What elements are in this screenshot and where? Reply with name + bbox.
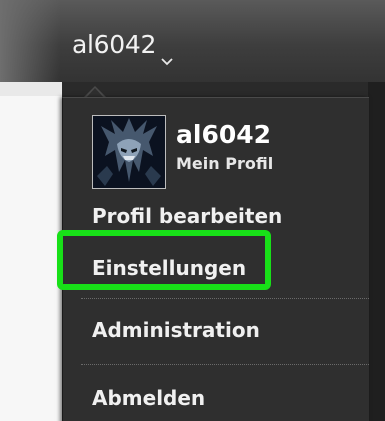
my-profile-link[interactable]: Mein Profil [176,153,273,175]
chevron-down-icon [160,43,174,65]
profile-name[interactable]: al6042 [176,121,273,149]
menu-divider [81,364,369,365]
user-dropdown-menu: al6042 Mein Profil Profil bearbeiten Ein… [62,97,369,421]
menu-item-logout[interactable]: Abmelden [92,386,205,410]
top-navigation-bar: al6042 [0,0,385,82]
avatar-image [93,116,165,188]
page-background-right [368,82,385,421]
page-gap [0,82,62,96]
user-menu-username: al6042 [72,30,157,59]
menu-item-settings[interactable]: Einstellungen [92,256,246,280]
profile-summary[interactable]: al6042 Mein Profil [92,115,273,189]
menu-item-edit-profile[interactable]: Profil bearbeiten [92,204,282,228]
menu-divider [81,298,369,299]
menu-item-administration[interactable]: Administration [92,318,260,342]
user-menu-toggle[interactable]: al6042 [72,30,174,65]
profile-text: al6042 Mein Profil [176,121,273,175]
screenshot-stage: al6042 al6042 Mein Profil Profil bearbei… [0,0,385,421]
topbar-left-fade [0,0,60,82]
avatar[interactable] [92,115,166,189]
page-background-left [0,82,62,421]
